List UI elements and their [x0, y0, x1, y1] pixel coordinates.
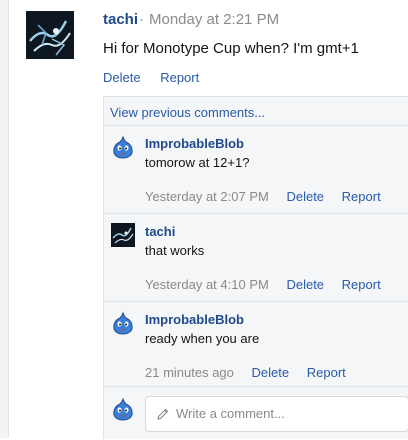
blue-slime-icon[interactable]: [111, 311, 135, 335]
post-actions: Delete Report: [103, 70, 215, 85]
post-author-name[interactable]: tachi: [103, 11, 138, 28]
comment-item: tachi that works Yesterday at 4:10 PM De…: [104, 213, 408, 302]
comment-meta: Yesterday at 4:10 PM Delete Report: [145, 277, 395, 292]
comment-text: ready when you are: [145, 331, 260, 346]
post-report-link[interactable]: Report: [160, 70, 199, 85]
comment-item: ImprobableBlob ready when you are 21 min…: [104, 301, 408, 390]
comment-text: that works: [145, 243, 205, 258]
blue-slime-icon: [111, 397, 135, 421]
post-delete-link[interactable]: Delete: [103, 70, 141, 85]
comment-meta: Yesterday at 2:07 PM Delete Report: [145, 189, 395, 204]
comment-author-name[interactable]: ImprobableBlob: [145, 312, 244, 327]
comment-input[interactable]: Write a comment...: [145, 396, 408, 432]
pencil-icon: [156, 407, 170, 421]
post-timestamp[interactable]: Monday at 2:21 PM: [149, 11, 279, 28]
dark-artwork-avatar[interactable]: [111, 223, 135, 247]
comments-panel: View previous comments... ImprobableBlob…: [103, 96, 408, 439]
view-previous-comments-link[interactable]: View previous comments...: [110, 105, 265, 120]
post-author-avatar[interactable]: [26, 11, 74, 59]
comment-input-placeholder: Write a comment...: [176, 406, 285, 421]
comment-text: tomorow at 12+1?: [145, 155, 250, 170]
comment-item: ImprobableBlob tomorow at 12+1? Yesterda…: [104, 125, 408, 214]
reply-row: Write a comment...: [104, 386, 408, 440]
comment-report-link[interactable]: Report: [342, 277, 381, 292]
comment-author-name[interactable]: ImprobableBlob: [145, 136, 244, 151]
separator-dot: ·: [139, 11, 144, 28]
profile-post: tachi · Monday at 2:21 PM Hi for Monotyp…: [0, 0, 408, 439]
comment-timestamp[interactable]: Yesterday at 4:10 PM: [145, 277, 269, 292]
comment-report-link[interactable]: Report: [342, 189, 381, 204]
comment-timestamp[interactable]: 21 minutes ago: [145, 365, 234, 380]
comment-author-name[interactable]: tachi: [145, 224, 175, 239]
comment-delete-link[interactable]: Delete: [286, 277, 324, 292]
post-message: Hi for Monotype Cup when? I'm gmt+1: [103, 40, 359, 57]
comment-timestamp[interactable]: Yesterday at 2:07 PM: [145, 189, 269, 204]
blue-slime-icon[interactable]: [111, 135, 135, 159]
comment-meta: 21 minutes ago Delete Report: [145, 365, 360, 380]
comment-report-link[interactable]: Report: [307, 365, 346, 380]
comment-delete-link[interactable]: Delete: [252, 365, 290, 380]
comment-delete-link[interactable]: Delete: [286, 189, 324, 204]
